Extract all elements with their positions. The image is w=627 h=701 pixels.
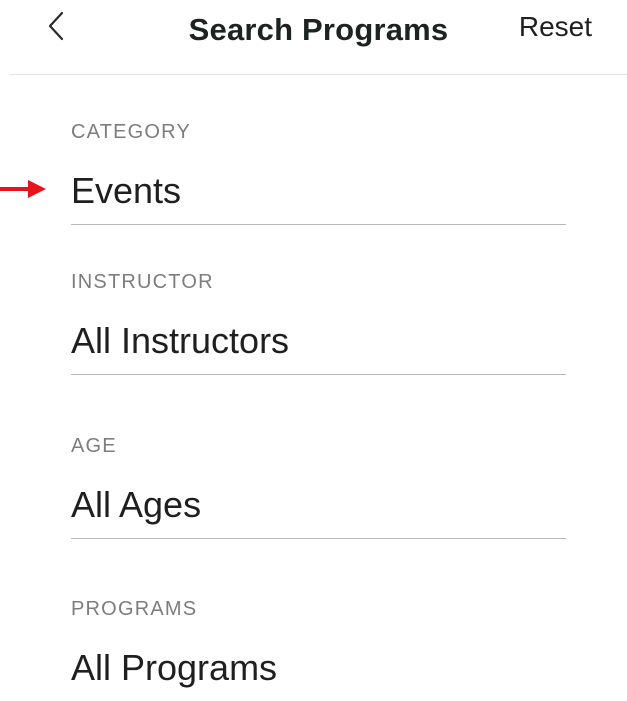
- category-select[interactable]: Events: [71, 169, 566, 225]
- instructor-label: INSTRUCTOR: [71, 271, 214, 293]
- instructor-field: INSTRUCTOR All Instructors: [71, 270, 566, 375]
- instructor-select[interactable]: All Instructors: [71, 319, 566, 375]
- age-select[interactable]: All Ages: [71, 483, 566, 539]
- red-arrow-right-icon: [0, 180, 46, 198]
- header: Search Programs Reset: [0, 0, 627, 74]
- programs-label: PROGRAMS: [71, 598, 198, 620]
- age-label: AGE: [71, 435, 117, 457]
- category-label: CATEGORY: [71, 121, 191, 143]
- category-field: CATEGORY Events: [71, 120, 566, 225]
- header-divider: [10, 74, 627, 75]
- programs-field: PROGRAMS All Programs: [71, 597, 566, 701]
- reset-button[interactable]: Reset: [519, 11, 592, 43]
- age-field: AGE All Ages: [71, 434, 566, 539]
